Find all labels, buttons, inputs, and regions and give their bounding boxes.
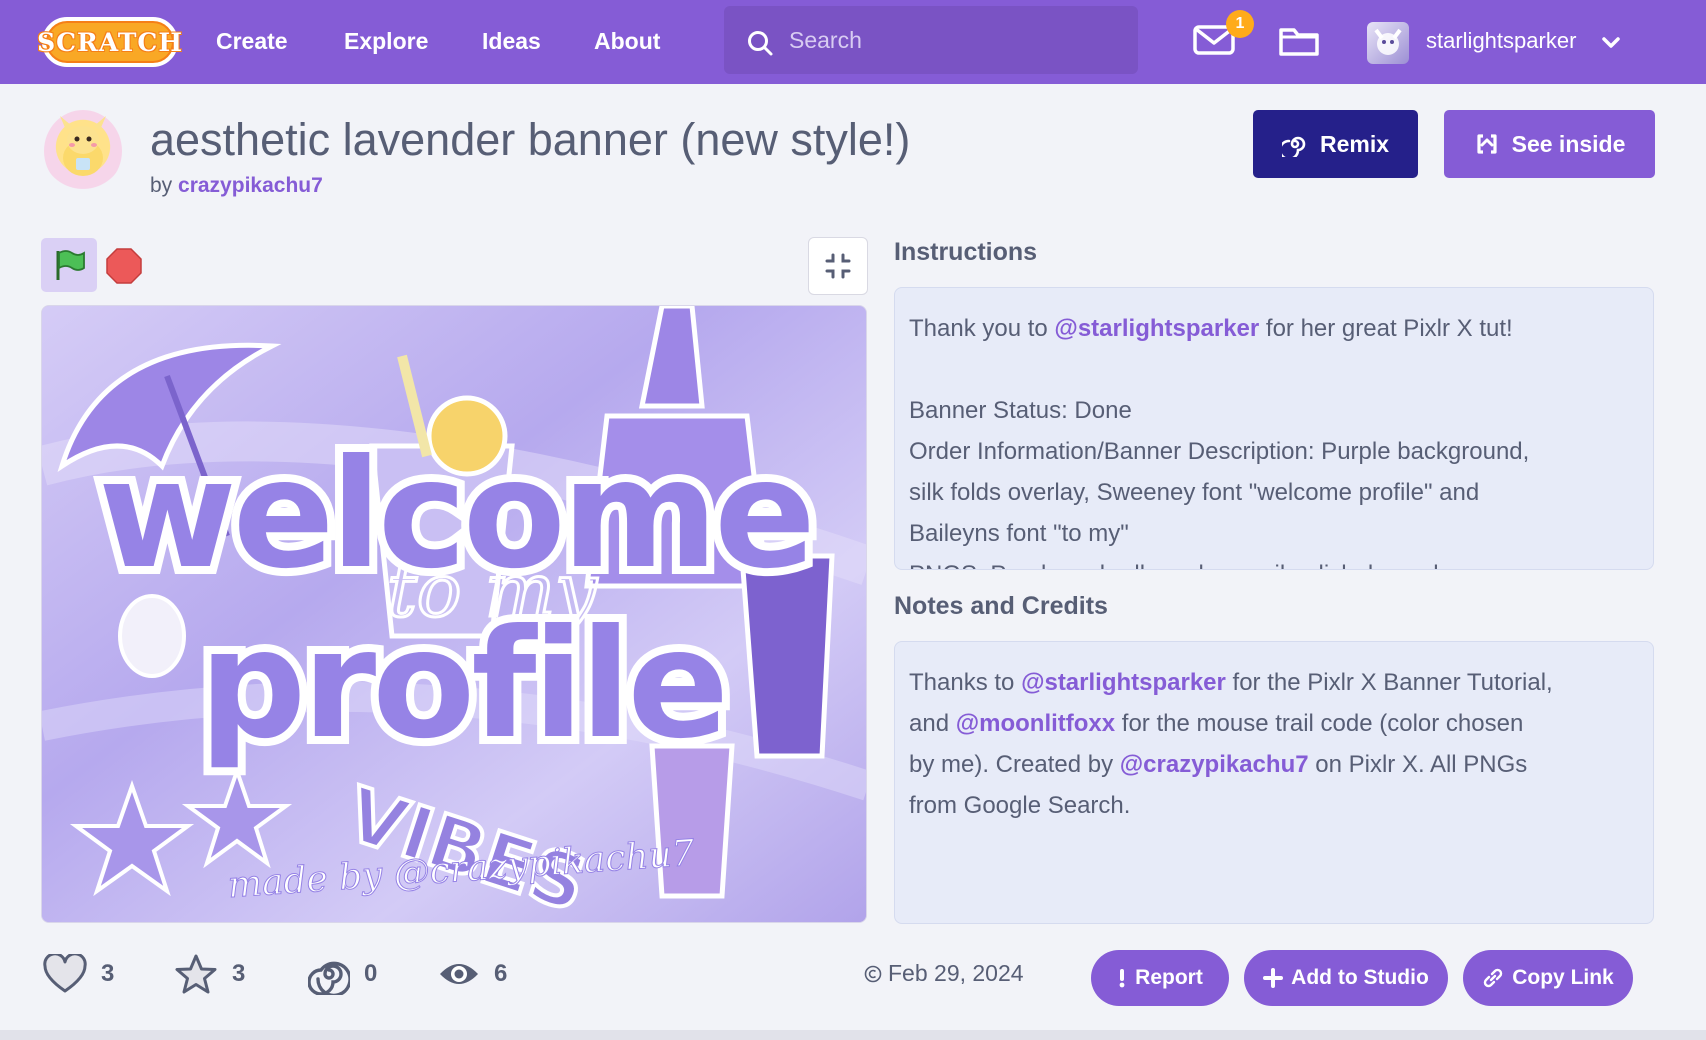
copy-link-button[interactable]: Copy Link [1463,950,1633,1006]
text-span: for the mouse trail code (color chosen [1115,710,1524,737]
link-icon [1484,968,1503,988]
add-to-studio-button[interactable]: Add to Studio [1244,950,1448,1006]
project-title: aesthetic lavender banner (new style!) [150,114,911,165]
share-date: Feb 29, 2024 [864,960,1024,987]
remix-label: Remix [1319,130,1390,157]
search-bar[interactable] [724,6,1138,74]
chevron-down-icon[interactable] [1602,36,1620,50]
top-navbar: SCRATCH Create Explore Ideas About 1 sta… [0,0,1706,84]
remix-count: 0 [364,960,378,987]
user-avatar[interactable] [1367,22,1409,64]
green-flag-button[interactable] [41,238,97,292]
fullscreen-button[interactable] [808,237,868,295]
mention-link[interactable]: @crazypikachu7 [1120,751,1309,778]
favorite-stat[interactable]: 3 [174,949,245,999]
author-link[interactable]: crazypikachu7 [178,174,323,197]
instructions-heading: Instructions [894,238,1038,266]
fullscreen-icon [825,253,851,279]
notes-line: by me). Created by @crazypikachu7 on Pix… [909,744,1639,785]
project-page: aesthetic lavender banner (new style!) b… [0,84,1706,1030]
logo-text: SCRATCH [37,27,183,57]
copy-link-label: Copy Link [1512,966,1614,989]
date-label: Feb 29, 2024 [888,960,1024,986]
green-flag-icon [56,250,85,280]
mention-link[interactable]: @starlightsparker [1054,315,1259,342]
by-prefix: by [150,174,173,197]
see-inside-icon [1477,134,1497,154]
instructions-line: Banner Status: Done [909,397,1132,424]
messages-count-badge: 1 [1226,10,1254,38]
instructions-line: silk folds overlay, Sweeney font "welcom… [909,479,1480,506]
copyright-icon [864,965,882,982]
stage-profile-text: profile [199,598,725,772]
text-span: by me). Created by [909,751,1120,778]
search-input[interactable] [789,20,1119,60]
earbuds-sticker [118,594,186,678]
mention-link[interactable]: @starlightsparker [1021,669,1226,696]
project-byline: by crazypikachu7 [150,174,323,198]
nav-about-link[interactable]: About [594,0,660,84]
add-to-studio-label: Add to Studio [1291,966,1429,989]
notes-line: and @moonlitfoxx for the mouse trail cod… [909,703,1639,744]
heart-icon [43,954,87,993]
stop-icon[interactable] [106,248,142,284]
alert-icon [1119,969,1125,988]
star-icon [175,954,217,994]
love-stat[interactable]: 3 [43,949,114,999]
see-inside-label: See inside [1511,130,1626,157]
my-stuff-folder-icon[interactable] [1278,22,1320,58]
scratch-logo[interactable]: SCRATCH [37,17,182,67]
text-span: Thank you to [909,315,1055,342]
text-span: and [909,710,956,737]
project-stage[interactable]: VIBES welcome to my profile made by @cra… [41,305,867,923]
favorite-count: 3 [232,960,246,987]
views-count: 6 [494,960,508,987]
notes-line: Thanks to @starlightsparker for the Pixl… [909,662,1639,703]
eye-icon [440,964,478,984]
nav-create-link[interactable]: Create [216,0,288,84]
nav-explore-link[interactable]: Explore [344,0,428,84]
remix-count-icon [308,961,350,995]
instructions-line: Order Information/Banner Description: Pu… [909,438,1530,465]
remix-button[interactable]: Remix [1253,110,1418,178]
instructions-line: Thank you to @starlightsparker for her g… [909,308,1639,349]
instructions-box[interactable]: Thank you to @starlightsparker for her g… [894,287,1654,570]
report-label: Report [1135,966,1203,989]
remix-stat: 0 [308,949,377,999]
see-inside-button[interactable]: See inside [1444,110,1655,178]
report-button[interactable]: Report [1091,950,1229,1006]
views-stat: 6 [438,949,507,999]
notes-line: from Google Search. [909,792,1131,819]
instructions-blank-line [909,349,1639,390]
search-icon [748,31,773,56]
instructions-line: PNGS: Purple umbrella, galaxy nail polis… [909,554,1639,569]
notes-heading: Notes and Credits [894,592,1108,620]
username-label[interactable]: starlightsparker [1426,28,1576,54]
text-span: on Pixlr X. All PNGs [1308,751,1528,778]
remix-icon [1281,136,1306,157]
instructions-line: Baileyns font "to my" [909,520,1129,547]
mention-link[interactable]: @moonlitfoxx [956,710,1115,737]
notes-box[interactable]: Thanks to @starlightsparker for the Pixl… [894,641,1654,924]
page-bottom-divider [0,1030,1706,1040]
plus-icon [1263,968,1284,988]
author-avatar[interactable] [44,110,122,192]
text-span: for the Pixlr X Banner Tutorial, [1225,669,1553,696]
nav-ideas-link[interactable]: Ideas [482,0,541,84]
text-span: Thanks to [909,669,1022,696]
text-span: for her great Pixlr X tut! [1259,315,1513,342]
love-count: 3 [101,960,115,987]
